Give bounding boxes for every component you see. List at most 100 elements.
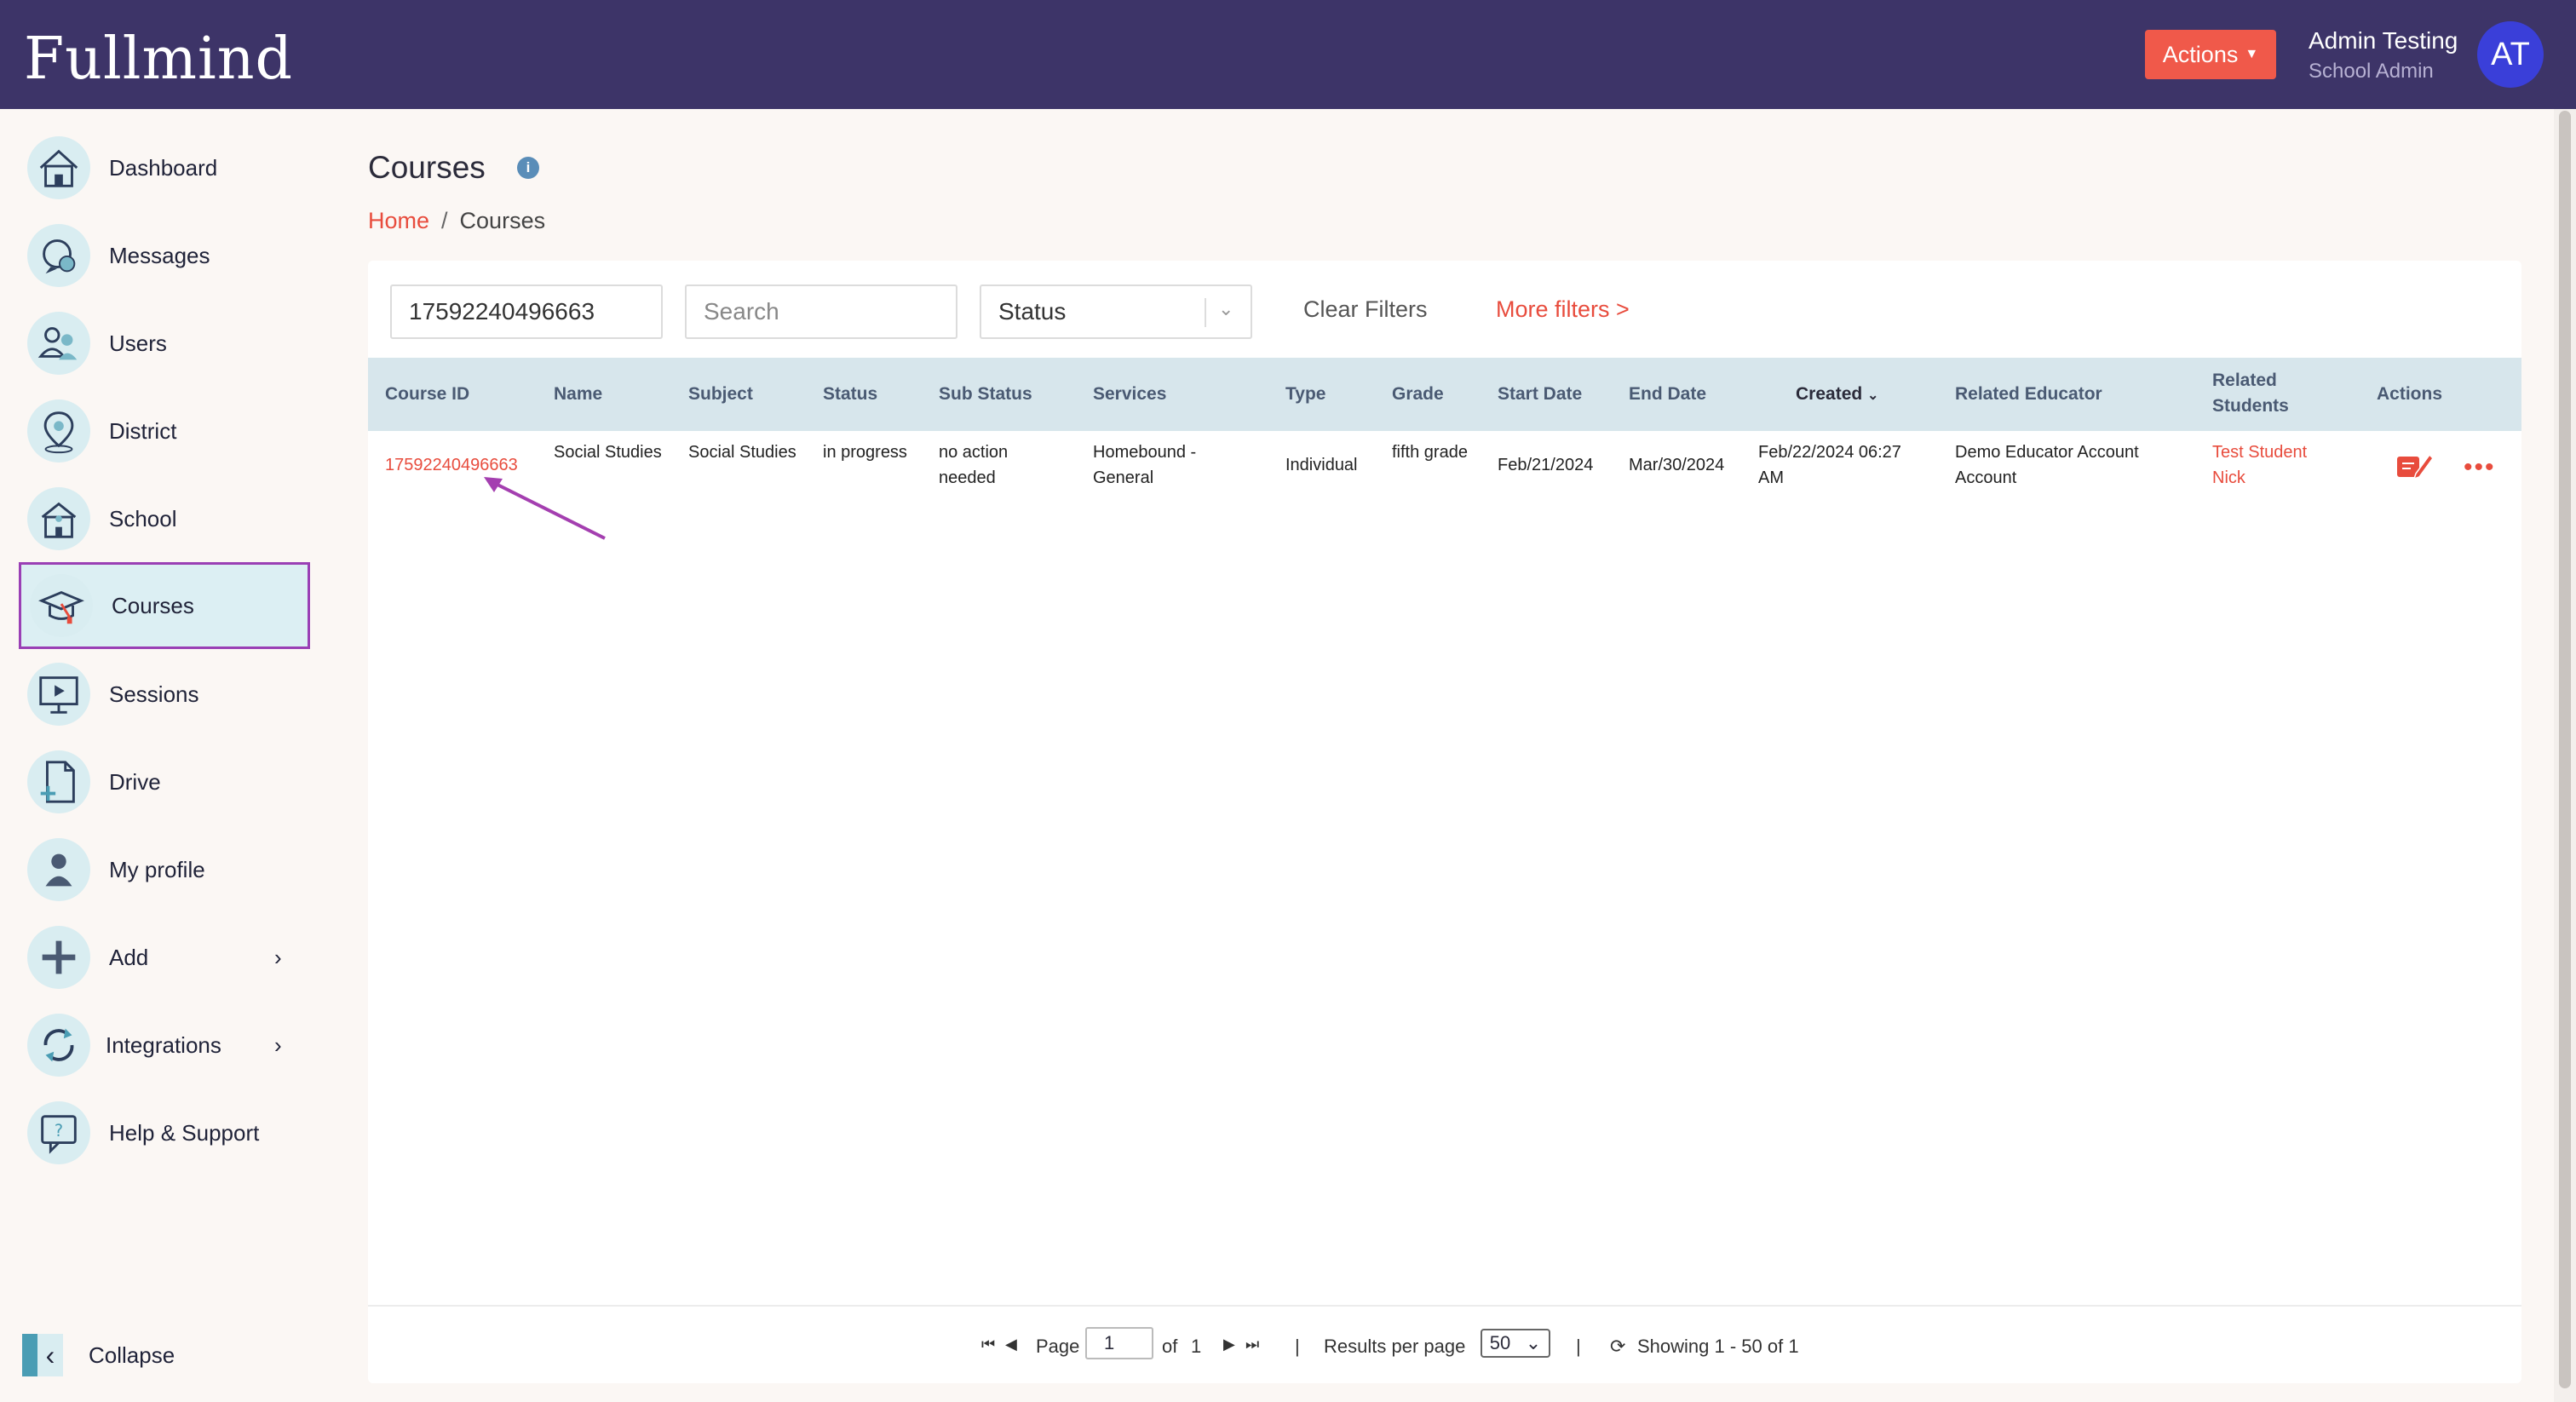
breadcrumb-current: Courses — [459, 208, 546, 233]
cell-name: Social Studies — [554, 443, 662, 462]
results-per-page-label: Results per page — [1324, 1336, 1466, 1357]
search-input[interactable]: Search — [685, 284, 957, 339]
help-icon: ? — [27, 1101, 90, 1164]
fullmind-logo[interactable]: Fullmind — [24, 26, 293, 93]
info-icon[interactable]: i — [517, 157, 539, 179]
actions-dropdown-button[interactable]: Actions ▼ — [2145, 30, 2276, 79]
cell-sub-status: no action needed — [939, 443, 1009, 487]
sidebar-item-label: School — [109, 505, 177, 531]
sidebar-item-label: Messages — [109, 242, 210, 268]
refresh-icon[interactable]: ⟳ — [1610, 1336, 1625, 1358]
user-role: School Admin — [2309, 60, 2434, 83]
col-services[interactable]: Services — [1093, 382, 1166, 407]
collapse-sidebar-button[interactable]: ‹ Collapse — [22, 1334, 175, 1376]
cell-start-date: Feb/21/2024 — [1498, 456, 1594, 474]
sidebar-item-courses[interactable]: Courses — [19, 562, 310, 649]
sidebar-item-sessions[interactable]: Sessions — [19, 651, 310, 738]
sidebar-item-my-profile[interactable]: My profile — [19, 826, 310, 913]
cell-related-educator: Demo Educator Account Account — [1955, 443, 2139, 487]
col-type[interactable]: Type — [1285, 382, 1325, 407]
more-options-icon[interactable]: ••• — [2464, 453, 2496, 482]
sidebar-item-integrations[interactable]: Integrations › — [19, 1002, 310, 1089]
col-related-educator[interactable]: Related Educator — [1955, 382, 2102, 407]
cell-status: in progress — [823, 443, 907, 462]
col-course-id[interactable]: Course ID — [385, 382, 469, 407]
sidebar-item-label: Drive — [109, 768, 161, 795]
next-page-icon[interactable]: ▶ — [1223, 1336, 1235, 1353]
page-number-input[interactable]: 1 — [1085, 1327, 1153, 1359]
prev-page-icon[interactable]: ◀ — [1005, 1336, 1017, 1353]
last-page-icon[interactable]: ⏭ — [1245, 1336, 1259, 1353]
status-select-label: Status — [998, 298, 1067, 325]
cell-subject: Social Studies — [688, 443, 796, 462]
sidebar-item-label: Add — [109, 944, 149, 970]
col-related-students[interactable]: Related Students — [2212, 368, 2314, 419]
avatar[interactable]: AT — [2477, 21, 2544, 88]
sync-icon — [27, 1014, 90, 1077]
status-select[interactable]: Status ⌄ — [980, 284, 1252, 339]
col-status[interactable]: Status — [823, 382, 877, 407]
sidebar-item-add[interactable]: Add › — [19, 914, 310, 1001]
sidebar-item-dashboard[interactable]: Dashboard — [19, 124, 310, 211]
results-per-page-select[interactable]: 50 ⌄ — [1481, 1329, 1550, 1358]
cell-created: Feb/22/2024 06:27 AM — [1758, 443, 1901, 487]
file-add-icon — [27, 750, 90, 813]
sidebar-item-label: Sessions — [109, 681, 199, 707]
col-grade[interactable]: Grade — [1392, 382, 1444, 407]
pagination-bar: ⏮ ◀ Page 1 of 1 ▶ ⏭ | Results per page 5… — [368, 1305, 2521, 1383]
page-label: Page — [1036, 1336, 1080, 1357]
breadcrumb-separator: / — [441, 208, 448, 233]
col-created-label: Created — [1796, 384, 1863, 404]
table-header: Course ID Name Subject Status Sub Status… — [368, 358, 2521, 431]
collapse-icon: ‹ — [22, 1334, 63, 1376]
breadcrumb: Home / Courses — [368, 208, 545, 234]
sidebar-item-school[interactable]: School — [19, 475, 310, 562]
col-end-date[interactable]: End Date — [1629, 382, 1706, 407]
actions-label: Actions — [2162, 41, 2239, 67]
sidebar-item-label: Help & Support — [109, 1119, 260, 1146]
page-scrollbar[interactable] — [2554, 109, 2576, 1402]
sidebar-item-label: Courses — [112, 592, 194, 618]
sort-desc-icon: ⌄ — [1867, 388, 1879, 403]
chevron-down-icon: ⌄ — [1525, 1332, 1542, 1353]
caret-down-icon: ▼ — [2245, 47, 2259, 61]
svg-text:?: ? — [55, 1121, 63, 1141]
courses-card: 17592240496663 Search Status ⌄ Clear Fil… — [368, 261, 2521, 1383]
breadcrumb-home-link[interactable]: Home — [368, 208, 429, 234]
person-icon — [27, 838, 90, 901]
sidebar-item-label: Users — [109, 330, 167, 356]
page-title: Courses — [368, 150, 486, 185]
map-pin-icon — [27, 399, 90, 463]
collapse-label: Collapse — [89, 1342, 175, 1368]
select-divider — [1205, 298, 1206, 327]
pager-divider: | — [1295, 1336, 1300, 1357]
col-sub-status[interactable]: Sub Status — [939, 382, 1032, 407]
related-student-link[interactable]: Test Student Nick — [2212, 440, 2340, 491]
chat-icon — [27, 224, 90, 287]
col-actions: Actions — [2377, 384, 2443, 404]
first-page-icon[interactable]: ⏮ — [981, 1336, 995, 1353]
plus-icon — [27, 926, 90, 989]
sidebar-item-label: My profile — [109, 856, 205, 882]
home-icon — [27, 136, 90, 199]
sidebar-item-drive[interactable]: Drive — [19, 738, 310, 825]
scrollbar-thumb[interactable] — [2559, 111, 2571, 1388]
course-id-filter-input[interactable]: 17592240496663 — [390, 284, 663, 339]
of-label: of — [1162, 1336, 1178, 1357]
clear-filters-button[interactable]: Clear Filters — [1303, 296, 1428, 323]
sidebar-item-users[interactable]: Users — [19, 300, 310, 387]
school-icon — [27, 487, 90, 550]
showing-count: Showing 1 - 50 of 1 — [1637, 1336, 1799, 1357]
more-filters-link[interactable]: More filters > — [1496, 296, 1630, 323]
col-subject[interactable]: Subject — [688, 382, 753, 407]
col-name[interactable]: Name — [554, 382, 602, 407]
col-created[interactable]: Created ⌄ — [1796, 382, 1878, 409]
col-start-date[interactable]: Start Date — [1498, 382, 1582, 407]
sidebar-item-label: Dashboard — [109, 154, 218, 181]
sidebar: Dashboard Messages Users District School… — [0, 109, 341, 1402]
sidebar-item-district[interactable]: District — [19, 388, 310, 474]
sidebar-item-messages[interactable]: Messages — [19, 212, 310, 299]
sidebar-item-help-support[interactable]: ? Help & Support — [19, 1089, 310, 1176]
top-header: Fullmind Actions ▼ Admin Testing School … — [0, 0, 2576, 109]
edit-icon[interactable] — [2395, 450, 2435, 480]
